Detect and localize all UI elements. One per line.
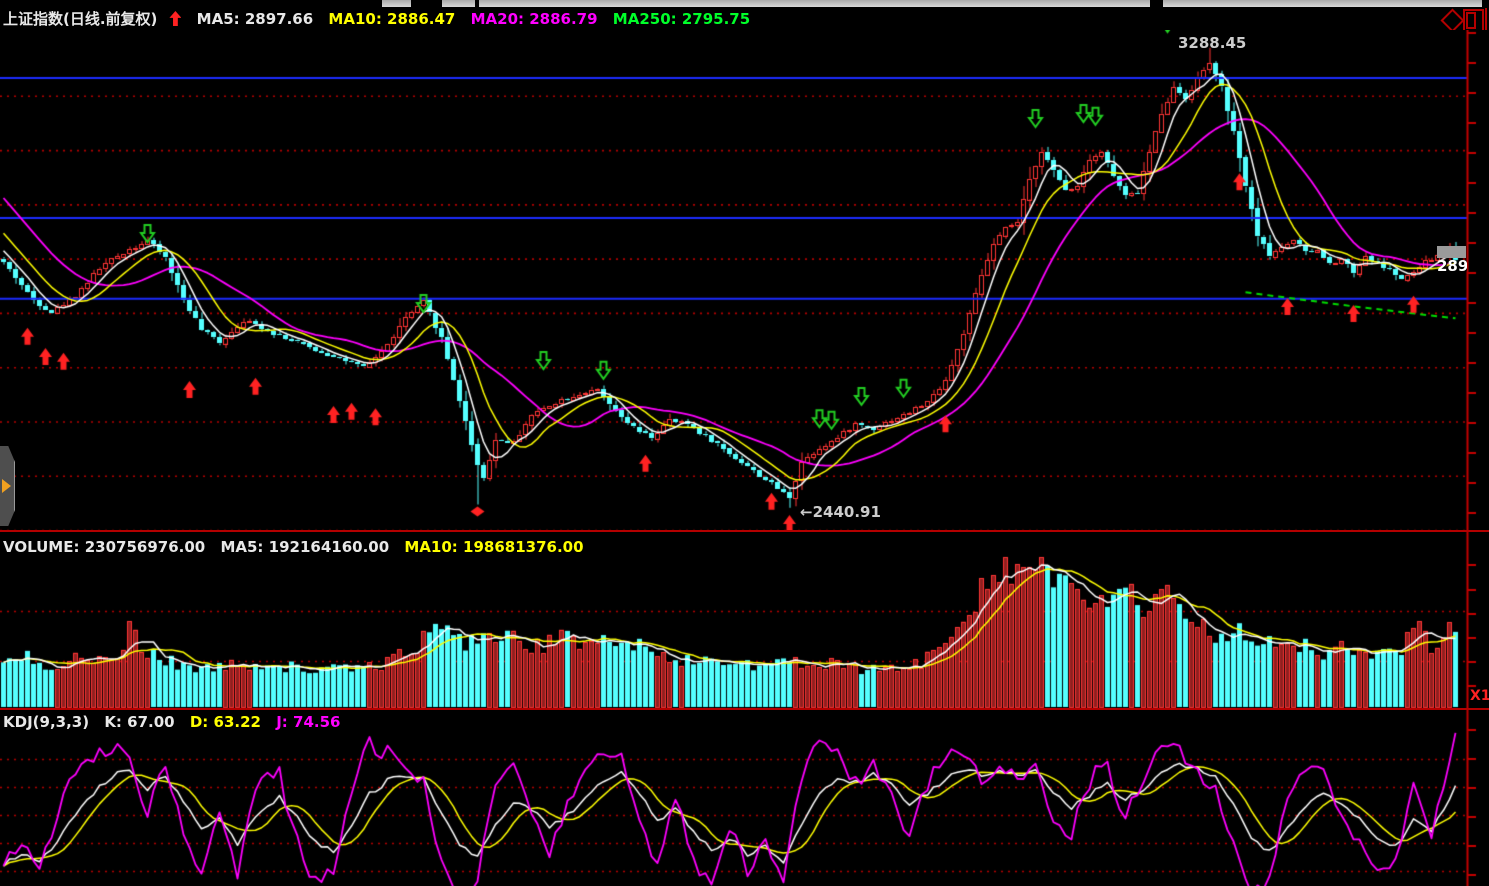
- volume-chart[interactable]: [0, 532, 1489, 709]
- kdj-indicator-chart[interactable]: [0, 710, 1489, 886]
- kdj-k-value: K: 67.00: [104, 713, 174, 731]
- ma250-value: MA250: 2795.75: [613, 10, 750, 28]
- main-chart-header: 上证指数(日线.前复权) MA5: 2897.66 MA10: 2886.47 …: [3, 8, 760, 29]
- chart-title: 上证指数(日线.前复权): [3, 10, 157, 28]
- volume-scale-label: X1: [1470, 688, 1489, 704]
- left-panel-expand-handle[interactable]: [0, 446, 15, 526]
- kdj-header: KDJ(9,3,3) K: 67.00 D: 63.22 J: 74.56: [3, 713, 350, 731]
- low-price-annotation: ←2440.91: [800, 503, 881, 521]
- top-scrollbar-segment[interactable]: [382, 0, 411, 7]
- top-scrollbar-segment[interactable]: [1163, 0, 1482, 7]
- stock-chart-window: 上证指数(日线.前复权) MA5: 2897.66 MA10: 2886.47 …: [0, 0, 1489, 886]
- ma5-value: MA5: 2897.66: [197, 10, 314, 28]
- top-scrollbar-thumb[interactable]: [479, 0, 1150, 7]
- volume-ma5-value: MA5: 192164160.00: [220, 538, 389, 556]
- kdj-j-value: J: 74.56: [276, 713, 340, 731]
- kdj-name: KDJ(9,3,3): [3, 713, 89, 731]
- axis-corner-mark: [1485, 8, 1487, 32]
- last-price-partial-label: 289: [1437, 257, 1467, 275]
- diamond-tool-icon[interactable]: [1440, 8, 1464, 32]
- volume-header: VOLUME: 230756976.00 MA5: 192164160.00 M…: [3, 538, 594, 556]
- kdj-d-value: D: 63.22: [190, 713, 261, 731]
- candlestick-price-chart[interactable]: [0, 30, 1489, 530]
- volume-ma10-value: MA10: 198681376.00: [404, 538, 583, 556]
- top-scrollbar-segment[interactable]: [442, 0, 475, 7]
- volume-value: VOLUME: 230756976.00: [3, 538, 205, 556]
- window-split-icon[interactable]: [1463, 9, 1484, 32]
- pane-separator: [0, 530, 1489, 532]
- high-price-annotation: 3288.45: [1178, 34, 1246, 52]
- expand-arrow-icon: [2, 479, 11, 493]
- up-arrow-icon: [169, 11, 181, 26]
- window-split-inner: [1466, 12, 1476, 29]
- pane-separator: [0, 708, 1489, 710]
- ma10-value: MA10: 2886.47: [328, 10, 455, 28]
- ma20-value: MA20: 2886.79: [471, 10, 598, 28]
